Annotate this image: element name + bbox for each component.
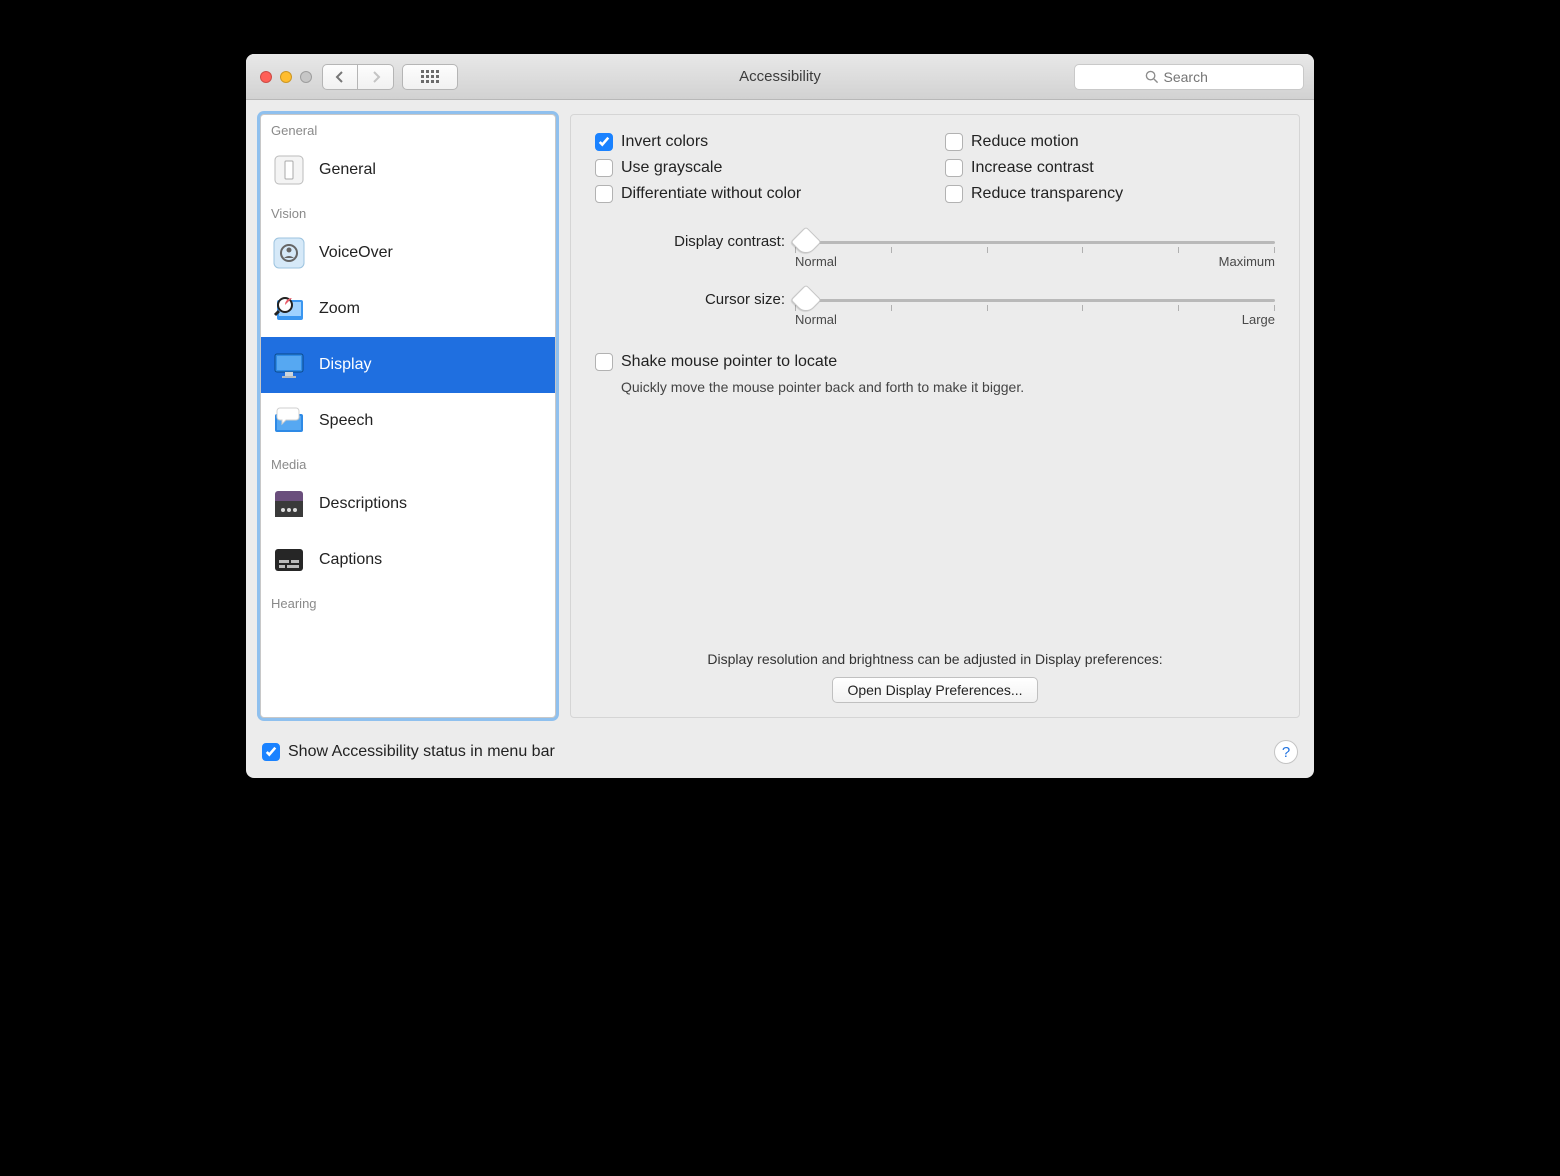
sidebar-item-speech[interactable]: Speech xyxy=(261,393,555,449)
speech-icon xyxy=(271,403,307,439)
checkbox-label: Reduce transparency xyxy=(971,185,1123,203)
display-icon xyxy=(271,347,307,383)
descriptions-icon xyxy=(271,486,307,522)
checkbox-menubar-status[interactable]: Show Accessibility status in menu bar xyxy=(262,743,555,761)
captions-icon xyxy=(271,542,307,578)
slider-cursor-size: Cursor size: Normal Large xyxy=(595,289,1275,327)
sidebar-item-label: Speech xyxy=(319,412,373,430)
general-icon xyxy=(271,152,307,188)
slider-max-label: Large xyxy=(1242,312,1275,327)
slider-label: Display contrast: xyxy=(595,231,795,250)
checkbox-icon xyxy=(945,159,963,177)
nav-buttons xyxy=(322,64,394,90)
checkbox-label: Use grayscale xyxy=(621,159,722,177)
chevron-left-icon xyxy=(335,71,345,83)
bottom-bar: Show Accessibility status in menu bar ? xyxy=(246,732,1314,778)
sidebar-item-label: Captions xyxy=(319,551,382,569)
checkbox-label: Increase contrast xyxy=(971,159,1094,177)
sidebar-item-label: General xyxy=(319,161,376,179)
checkbox-differentiate[interactable]: Differentiate without color xyxy=(595,185,925,203)
footer-note: Display resolution and brightness can be… xyxy=(595,651,1275,667)
zoom-window-button[interactable] xyxy=(300,71,312,83)
help-button[interactable]: ? xyxy=(1274,740,1298,764)
checkbox-icon xyxy=(945,133,963,151)
checkbox-icon xyxy=(595,133,613,151)
content-pane: Invert colors Reduce motion Use grayscal… xyxy=(570,114,1300,718)
checkbox-invert-colors[interactable]: Invert colors xyxy=(595,133,925,151)
chevron-right-icon xyxy=(371,71,381,83)
accessibility-window: Accessibility General General Vision Voi… xyxy=(246,54,1314,778)
checkbox-shake-locate[interactable]: Shake mouse pointer to locate xyxy=(595,353,1275,371)
sidebar-item-voiceover[interactable]: VoiceOver xyxy=(261,225,555,281)
slider-display-contrast: Display contrast: Normal Maximum xyxy=(595,231,1275,269)
checkbox-icon xyxy=(595,185,613,203)
sidebar-item-label: Descriptions xyxy=(319,495,407,513)
checkbox-reduce-motion[interactable]: Reduce motion xyxy=(945,133,1275,151)
sidebar-item-descriptions[interactable]: Descriptions xyxy=(261,476,555,532)
slider-max-label: Maximum xyxy=(1219,254,1275,269)
sidebar[interactable]: General General Vision VoiceOver Zoom xyxy=(260,114,556,718)
sidebar-section-hearing: Hearing xyxy=(261,588,555,615)
checkbox-increase-contrast[interactable]: Increase contrast xyxy=(945,159,1275,177)
checkbox-label: Invert colors xyxy=(621,133,708,151)
sidebar-section-media: Media xyxy=(261,449,555,476)
open-display-preferences-button[interactable]: Open Display Preferences... xyxy=(832,677,1037,703)
grid-icon xyxy=(421,70,439,83)
back-button[interactable] xyxy=(322,64,358,90)
shake-description: Quickly move the mouse pointer back and … xyxy=(621,379,1275,395)
slider-track[interactable] xyxy=(795,241,1275,244)
sidebar-item-captions[interactable]: Captions xyxy=(261,532,555,588)
search-icon xyxy=(1145,70,1159,84)
checkbox-label: Shake mouse pointer to locate xyxy=(621,353,837,371)
sidebar-item-display[interactable]: Display xyxy=(261,337,555,393)
window-controls xyxy=(260,71,312,83)
checkbox-reduce-transparency[interactable]: Reduce transparency xyxy=(945,185,1275,203)
checkbox-use-grayscale[interactable]: Use grayscale xyxy=(595,159,925,177)
checkbox-icon xyxy=(595,159,613,177)
zoom-icon xyxy=(271,291,307,327)
close-window-button[interactable] xyxy=(260,71,272,83)
checkbox-label: Show Accessibility status in menu bar xyxy=(288,743,555,761)
checkbox-icon xyxy=(945,185,963,203)
voiceover-icon xyxy=(271,235,307,271)
titlebar: Accessibility xyxy=(246,54,1314,100)
sidebar-item-zoom[interactable]: Zoom xyxy=(261,281,555,337)
sidebar-item-label: Display xyxy=(319,356,371,374)
body: General General Vision VoiceOver Zoom xyxy=(246,100,1314,732)
search-field[interactable] xyxy=(1074,64,1304,90)
show-all-button[interactable] xyxy=(402,64,458,90)
sidebar-item-label: Zoom xyxy=(319,300,360,318)
checkbox-icon xyxy=(262,743,280,761)
checkbox-label: Reduce motion xyxy=(971,133,1079,151)
sidebar-section-general: General xyxy=(261,115,555,142)
minimize-window-button[interactable] xyxy=(280,71,292,83)
slider-track[interactable] xyxy=(795,299,1275,302)
sidebar-item-label: VoiceOver xyxy=(319,244,393,262)
sidebar-section-vision: Vision xyxy=(261,198,555,225)
sidebar-item-general[interactable]: General xyxy=(261,142,555,198)
search-input[interactable] xyxy=(1164,69,1234,85)
forward-button[interactable] xyxy=(358,64,394,90)
slider-label: Cursor size: xyxy=(595,289,795,308)
slider-min-label: Normal xyxy=(795,312,837,327)
slider-min-label: Normal xyxy=(795,254,837,269)
checkbox-label: Differentiate without color xyxy=(621,185,801,203)
checkbox-icon xyxy=(595,353,613,371)
